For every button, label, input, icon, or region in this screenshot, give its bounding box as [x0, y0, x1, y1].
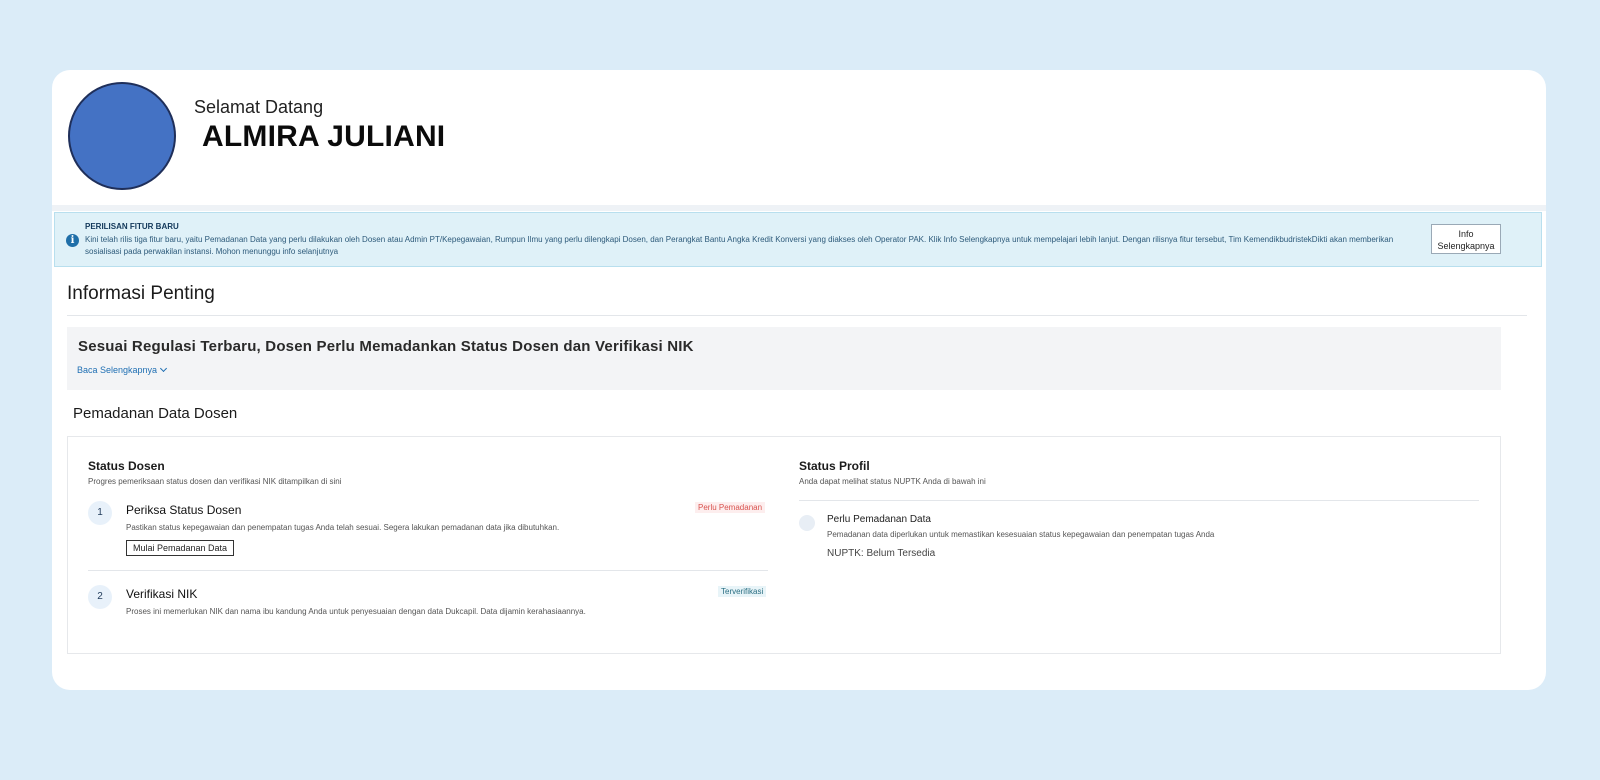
user-name: ALMIRA JULIANI — [202, 120, 446, 153]
chevron-down-icon — [160, 364, 168, 373]
step-number: 2 — [88, 585, 112, 609]
profile-status-title: Perlu Pemadanan Data — [827, 514, 931, 525]
read-more-link[interactable]: Baca Selengkapnya — [77, 364, 168, 375]
matching-section-title: Pemadanan Data Dosen — [73, 405, 238, 422]
status-dosen-title: Status Dosen — [88, 459, 165, 473]
notice-body: Kini telah rilis tiga fitur baru, yaitu … — [85, 235, 1394, 256]
profile-status-desc: Pemadanan data diperlukan untuk memastik… — [827, 530, 1215, 539]
status-badge: Perlu Pemadanan — [695, 502, 766, 513]
welcome-header: Selamat Datang ALMIRA JULIANI — [52, 70, 1546, 205]
step-desc: Pastikan status kepegawaian dan penempat… — [126, 523, 560, 532]
step-title-verify-nik: Verifikasi NIK — [126, 587, 198, 601]
regulation-panel: Sesuai Regulasi Terbaru, Dosen Perlu Mem… — [67, 327, 1501, 390]
status-badge: Terverifikasi — [718, 586, 767, 597]
status-profil-title: Status Profil — [799, 459, 870, 473]
welcome-greeting: Selamat Datang — [194, 97, 324, 117]
main-card: Selamat Datang ALMIRA JULIANI i PERILISA… — [52, 70, 1546, 690]
divider — [88, 570, 768, 571]
avatar[interactable] — [68, 82, 176, 190]
status-dosen-desc: Progres pemeriksaan status dosen dan ver… — [88, 477, 342, 486]
read-more-label: Baca Selengkapnya — [77, 365, 158, 375]
divider — [52, 205, 1546, 211]
divider — [67, 315, 1527, 316]
matching-panel: Status Dosen Progres pemeriksaan status … — [67, 436, 1501, 654]
step-desc: Proses ini memerlukan NIK dan nama ibu k… — [126, 607, 586, 616]
info-icon: i — [66, 234, 79, 247]
important-info-title: Informasi Penting — [67, 283, 215, 304]
notice-title: PERILISAN FITUR BARU — [85, 222, 179, 231]
nuptk-status: NUPTK: Belum Tersedia — [827, 548, 936, 559]
step-title-check-status: Periksa Status Dosen — [126, 503, 242, 517]
feature-release-notice: i PERILISAN FITUR BARU Kini telah rilis … — [54, 212, 1542, 267]
step-number: 1 — [88, 501, 112, 525]
start-matching-button[interactable]: Mulai Pemadanan Data — [126, 540, 235, 556]
info-more-button[interactable]: Info Selengkapnya — [1431, 224, 1501, 254]
status-profil-desc: Anda dapat melihat status NUPTK Anda di … — [799, 477, 986, 486]
regulation-title: Sesuai Regulasi Terbaru, Dosen Perlu Mem… — [78, 338, 694, 355]
status-dot-icon — [799, 515, 815, 531]
divider — [799, 500, 1479, 501]
